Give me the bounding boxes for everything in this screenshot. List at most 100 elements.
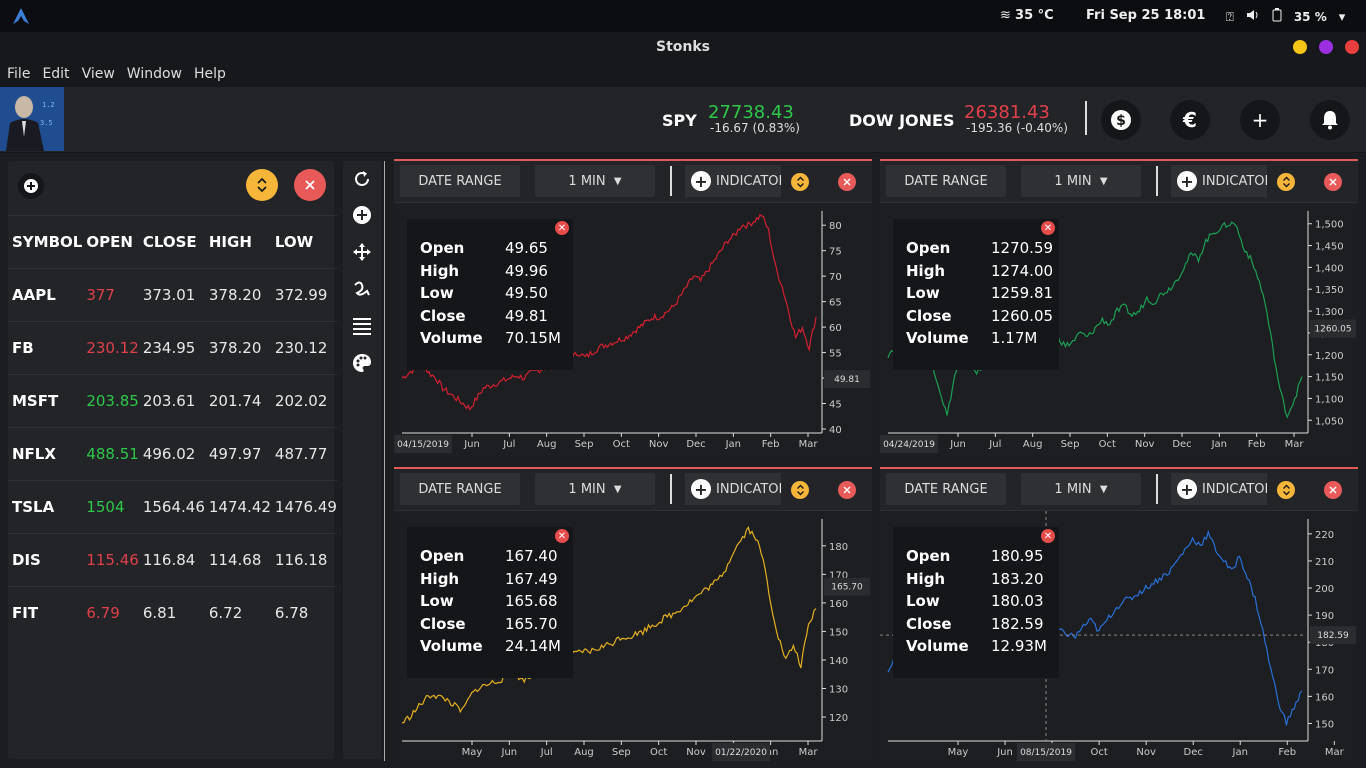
plus-circle-icon	[24, 179, 38, 193]
low-cell: 230.12	[274, 339, 328, 357]
reorder-chart-button[interactable]	[1277, 173, 1295, 191]
y-tick-label: 200	[1315, 584, 1334, 595]
chevron-down-icon[interactable]: ▾	[1339, 10, 1346, 25]
x-tick-label: Mar	[799, 747, 819, 758]
avatar[interactable]: 1.2 3.5	[0, 87, 64, 151]
column-header-symbol[interactable]: SYMBOL	[8, 216, 82, 269]
x-tick-label: Jun	[996, 747, 1013, 758]
table-row[interactable]: MSFT 203.85 203.61 201.74 202.02	[8, 374, 337, 428]
interval-select[interactable]: 1 MIN ▼	[1021, 165, 1141, 197]
ohlc-value: 70.15M	[505, 329, 561, 348]
x-tick-label: Jul	[540, 747, 553, 758]
battery-icon[interactable]	[1272, 8, 1282, 26]
euro-button[interactable]: €	[1170, 100, 1210, 140]
column-header-open[interactable]: OPEN	[82, 216, 139, 269]
volume-icon[interactable]	[1246, 9, 1260, 25]
close-panel-button[interactable]	[294, 169, 326, 201]
weather-widget[interactable]: ≋ 35 °C	[1000, 8, 1054, 23]
x-tick-label: May	[948, 747, 969, 758]
dollar-button[interactable]: $	[1101, 100, 1141, 140]
date-range-button[interactable]: DATE RANGE	[400, 165, 520, 197]
menu-view[interactable]: View	[82, 62, 115, 87]
y-tick-label: 160	[829, 599, 848, 610]
minimize-button[interactable]	[1293, 40, 1307, 54]
interval-select[interactable]: 1 MIN ▼	[535, 473, 655, 505]
ohlc-row: Open 167.40	[420, 545, 561, 568]
table-row[interactable]: DIS 115.46 116.84 114.68 116.18	[8, 533, 337, 587]
table-row[interactable]: TSLA 1504 1564.46 1474.42 1476.49	[8, 480, 337, 534]
chart-panel[interactable]: DATE RANGE 1 MIN ▼ + INDICATORS 1,500 1,45…	[880, 159, 1358, 459]
ohlc-label: Low	[420, 284, 454, 303]
date-range-button[interactable]: DATE RANGE	[400, 473, 520, 505]
add-symbol-button[interactable]	[18, 173, 44, 199]
table-row[interactable]: FIT 6.79 6.81 6.72 6.78	[8, 586, 337, 640]
menu-file[interactable]: File	[7, 62, 30, 87]
interval-select[interactable]: 1 MIN ▼	[535, 165, 655, 197]
reorder-chart-button[interactable]	[791, 481, 809, 499]
move-button[interactable]	[347, 237, 377, 267]
reorder-chart-button[interactable]	[791, 173, 809, 191]
date-range-button[interactable]: DATE RANGE	[886, 473, 1006, 505]
indicators-button[interactable]: + INDICATORS	[685, 473, 781, 505]
table-row[interactable]: NFLX 488.51 496.02 497.97 487.77	[8, 427, 337, 481]
ohlc-label: Open	[906, 547, 951, 566]
arch-logo-icon[interactable]	[12, 7, 30, 29]
interval-select[interactable]: 1 MIN ▼	[1021, 473, 1141, 505]
close-tooltip-button[interactable]: ✕	[555, 529, 569, 543]
ohlc-value: 180.03	[991, 592, 1044, 611]
y-tick-label: 60	[829, 323, 842, 334]
ohlc-table: Open 49.65 High 49.96 Low 49.50 Close 49.81 Volu…	[420, 237, 561, 350]
chart-panel[interactable]: DATE RANGE 1 MIN ▼ + INDICATORS 220 210 200…	[880, 467, 1358, 767]
close-chart-button[interactable]	[838, 173, 856, 191]
draw-button[interactable]	[347, 274, 377, 304]
x-tick-label: Oct	[650, 747, 667, 758]
date-marker-label: 04/24/2019	[883, 440, 935, 450]
price-marker-label: 1260.05	[1314, 325, 1351, 335]
wifi-icon[interactable]: ⍰	[1226, 10, 1234, 25]
close-tooltip-button[interactable]: ✕	[555, 221, 569, 235]
x-tick-label: Aug	[1023, 439, 1043, 450]
chevron-updown-icon	[1282, 484, 1290, 496]
indicators-button[interactable]: + INDICATORS	[1171, 473, 1267, 505]
low-cell: 487.77	[274, 445, 328, 463]
ohlc-label: High	[906, 569, 946, 588]
ohlc-table: Open 167.40 High 167.49 Low 165.68 Close 165.70…	[420, 545, 561, 658]
ohlc-row: Open 1270.59	[906, 237, 1053, 260]
ohlc-row: Volume 1.17M	[906, 327, 1053, 350]
table-row[interactable]: AAPL 377 373.01 378.20 372.99	[8, 268, 337, 322]
column-header-low[interactable]: LOW	[271, 216, 337, 269]
menu-window[interactable]: Window	[127, 62, 182, 87]
indicators-button[interactable]: + INDICATORS	[685, 165, 781, 197]
list-button[interactable]	[347, 311, 377, 341]
date-range-button[interactable]: DATE RANGE	[886, 165, 1006, 197]
chart-panel[interactable]: DATE RANGE 1 MIN ▼ +INDICATORS 180170160…	[394, 467, 872, 767]
close-window-button[interactable]	[1345, 40, 1359, 54]
refresh-button[interactable]	[347, 164, 377, 194]
chart-panel[interactable]: DATE RANGE 1 MIN ▼ + INDICATORS 80 75 70 65 6…	[394, 159, 872, 459]
ohlc-label: Low	[906, 284, 940, 303]
notifications-button[interactable]	[1310, 100, 1350, 140]
add-ticker-button[interactable]: +	[1240, 100, 1280, 140]
table-header-row: SYMBOL OPEN CLOSE HIGH LOW	[8, 215, 337, 269]
close-chart-button[interactable]	[1324, 173, 1342, 191]
close-tooltip-button[interactable]: ✕	[1041, 221, 1055, 235]
close-chart-button[interactable]	[838, 481, 856, 499]
x-tick-label: Nov	[1135, 439, 1155, 450]
clock[interactable]: Fri Sep 25 18:01	[1086, 8, 1205, 23]
theme-button[interactable]	[347, 348, 377, 378]
close-chart-button[interactable]	[1324, 481, 1342, 499]
x-tick-label: Sep	[612, 747, 631, 758]
table-row[interactable]: FB 230.12 234.95 378.20 230.12	[8, 321, 337, 375]
reorder-chart-button[interactable]	[1277, 481, 1295, 499]
reorder-button[interactable]	[246, 169, 278, 201]
column-header-high[interactable]: HIGH	[205, 216, 271, 269]
ohlc-row: Close 182.59	[906, 613, 1047, 636]
indicators-button[interactable]: + INDICATORS	[1171, 165, 1267, 197]
close-tooltip-button[interactable]: ✕	[1041, 529, 1055, 543]
column-header-close[interactable]: CLOSE	[139, 216, 205, 269]
menu-help[interactable]: Help	[194, 62, 226, 87]
add-chart-button[interactable]	[347, 200, 377, 230]
ohlc-value: 167.49	[505, 569, 558, 588]
maximize-button[interactable]	[1319, 40, 1333, 54]
menu-edit[interactable]: Edit	[42, 62, 69, 87]
